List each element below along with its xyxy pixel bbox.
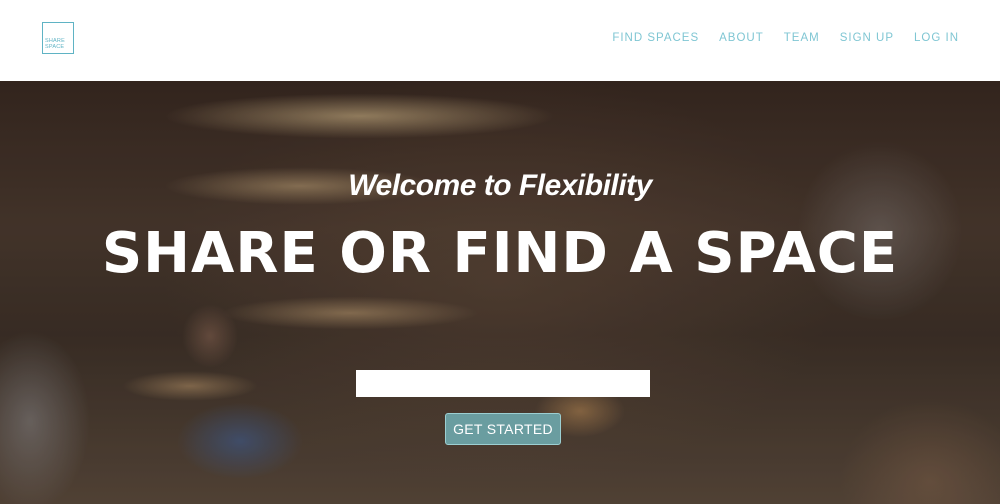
hero-content: Welcome to Flexibility SHARE OR FIND A S…: [0, 81, 1000, 504]
nav-team[interactable]: TEAM: [784, 32, 820, 44]
hero-headline: SHARE OR FIND A SPACE: [101, 221, 899, 286]
nav-about[interactable]: ABOUT: [719, 32, 764, 44]
main-nav: FIND SPACES ABOUT TEAM SIGN UP LOG IN: [592, 32, 959, 44]
hero-tagline: Welcome to Flexibility: [348, 169, 652, 202]
hero-banner: Welcome to Flexibility SHARE OR FIND A S…: [0, 81, 1000, 504]
share-space-logo[interactable]: SHARE SPACE: [42, 22, 74, 54]
logo-line-space: SPACE: [45, 44, 65, 50]
nav-log-in[interactable]: LOG IN: [914, 32, 959, 44]
nav-sign-up[interactable]: SIGN UP: [840, 32, 894, 44]
top-navbar: SHARE SPACE FIND SPACES ABOUT TEAM SIGN …: [0, 0, 1000, 81]
get-started-button[interactable]: GET STARTED: [445, 413, 561, 445]
nav-find-spaces[interactable]: FIND SPACES: [612, 32, 699, 44]
search-input[interactable]: [356, 370, 650, 397]
